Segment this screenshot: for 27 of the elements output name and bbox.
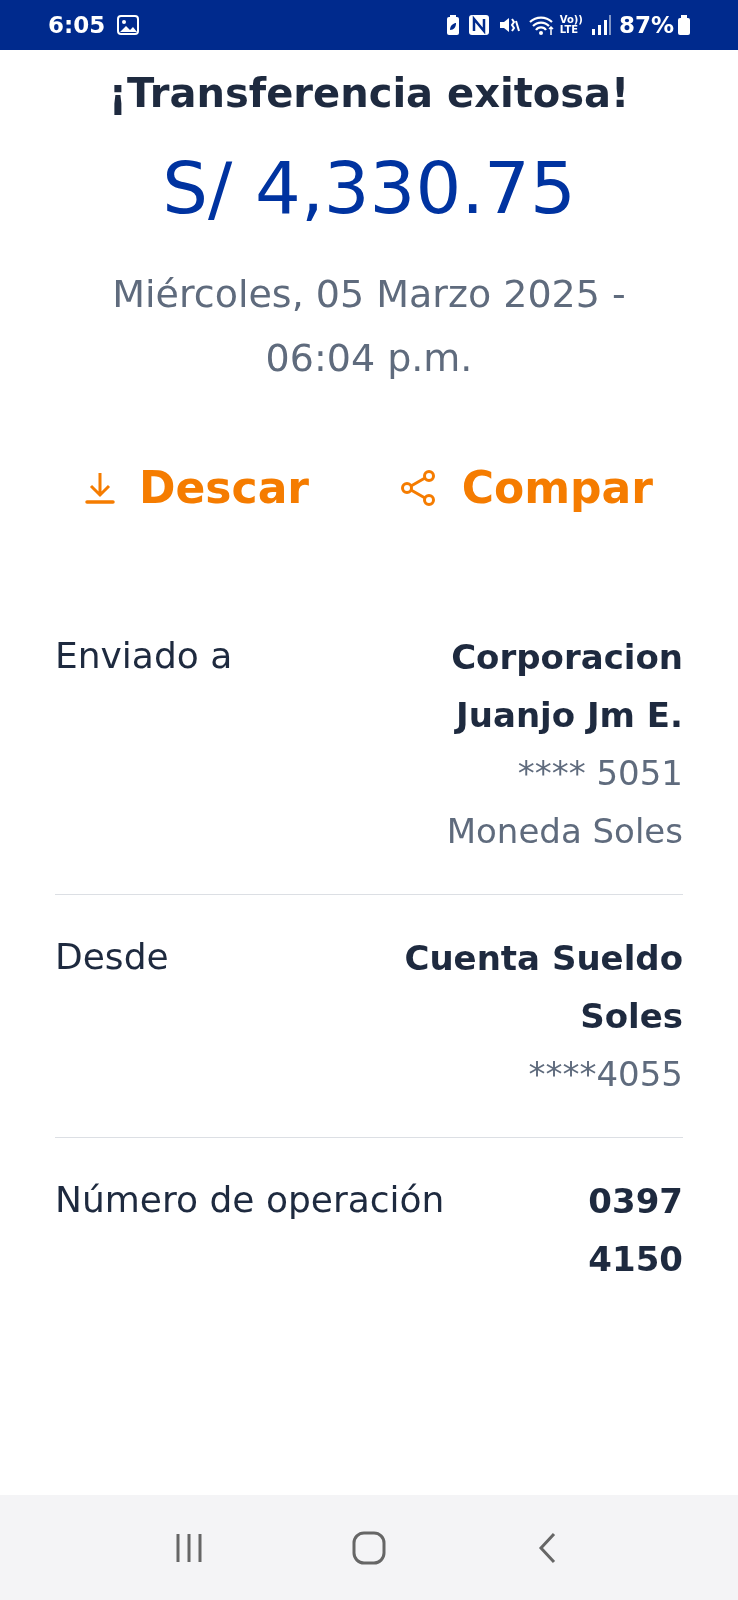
download-button[interactable]: Descar xyxy=(85,458,310,518)
amount-text: S/ 4,330.75 xyxy=(162,152,576,224)
date-text: Miércoles, 05 Marzo 2025 - 06:04 p.m. xyxy=(111,271,627,382)
battery-percent: 87% xyxy=(618,10,674,40)
detail-subvalue: **** 5051 xyxy=(517,752,683,795)
share-button[interactable]: Compar xyxy=(399,458,653,518)
detail-label: Desde xyxy=(55,935,169,979)
download-icon xyxy=(85,471,115,505)
image-icon xyxy=(117,15,140,35)
detail-label: Enviado a xyxy=(55,634,233,678)
detail-value: Cuenta Sueldo Soles xyxy=(403,937,683,1038)
detail-label: Número de operación xyxy=(55,1178,445,1222)
network-label: Vo)) xyxy=(559,15,583,25)
detail-value: Corporacion Juanjo Jm E. xyxy=(450,636,683,737)
signal-icon xyxy=(590,15,611,35)
share-icon xyxy=(399,469,438,507)
wifi-icon xyxy=(527,14,556,36)
detail-subvalue: Moneda Soles xyxy=(446,810,683,853)
network-label: LTE xyxy=(559,25,579,35)
clock-time: 6:05 xyxy=(48,10,106,40)
success-title: ¡Transferencia exitosa! xyxy=(108,69,630,118)
detail-value: 0397 4150 xyxy=(587,1180,683,1281)
home-icon[interactable] xyxy=(351,1529,387,1566)
nfc-icon xyxy=(467,14,490,36)
battery-leaf-icon xyxy=(445,14,460,36)
battery-icon xyxy=(678,15,690,35)
detail-subvalue: ****4055 xyxy=(528,1053,683,1096)
